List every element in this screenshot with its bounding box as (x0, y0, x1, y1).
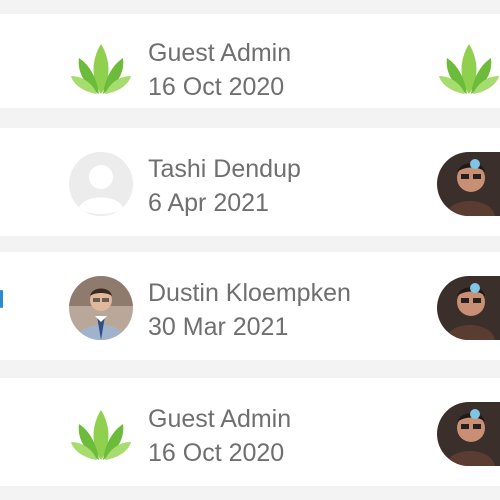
list-item[interactable]: Tashi Dendup 6 Apr 2021 (0, 128, 500, 236)
green-leaf-logo-icon (69, 402, 133, 466)
user-photo-avatar (69, 276, 133, 340)
user-name[interactable]: Dustin Kloempken (148, 276, 351, 310)
entry-meta: Guest Admin 16 Oct 2020 (148, 36, 291, 104)
entry-meta: Guest Admin 16 Oct 2020 (148, 402, 291, 470)
entry-date: 30 Mar 2021 (148, 313, 289, 341)
entry-meta: Dustin Kloempken 30 Mar 2021 (148, 276, 351, 344)
list-item[interactable]: Guest Admin 16 Oct 2020 (0, 378, 500, 486)
activity-list: Guest Admin 16 Oct 2020 Tashi Dendup 6 A… (0, 0, 500, 500)
user-photo-avatar (437, 276, 500, 340)
green-leaf-logo-icon (437, 36, 500, 100)
user-photo-avatar (437, 402, 500, 466)
entry-meta: Tashi Dendup 6 Apr 2021 (148, 152, 301, 220)
list-item[interactable]: Dustin Kloempken 30 Mar 2021 (0, 252, 500, 360)
user-name[interactable]: Guest Admin (148, 36, 291, 70)
list-item[interactable]: Guest Admin 16 Oct 2020 (0, 14, 500, 108)
entry-date: 6 Apr 2021 (148, 189, 269, 217)
user-name[interactable]: Tashi Dendup (148, 152, 301, 186)
user-name[interactable]: Guest Admin (148, 402, 291, 436)
selection-indicator (0, 290, 3, 308)
user-photo-avatar (437, 152, 500, 216)
green-leaf-logo-icon (69, 36, 133, 100)
default-user-avatar-icon (69, 152, 133, 216)
entry-date: 16 Oct 2020 (148, 73, 285, 101)
entry-date: 16 Oct 2020 (148, 439, 285, 467)
